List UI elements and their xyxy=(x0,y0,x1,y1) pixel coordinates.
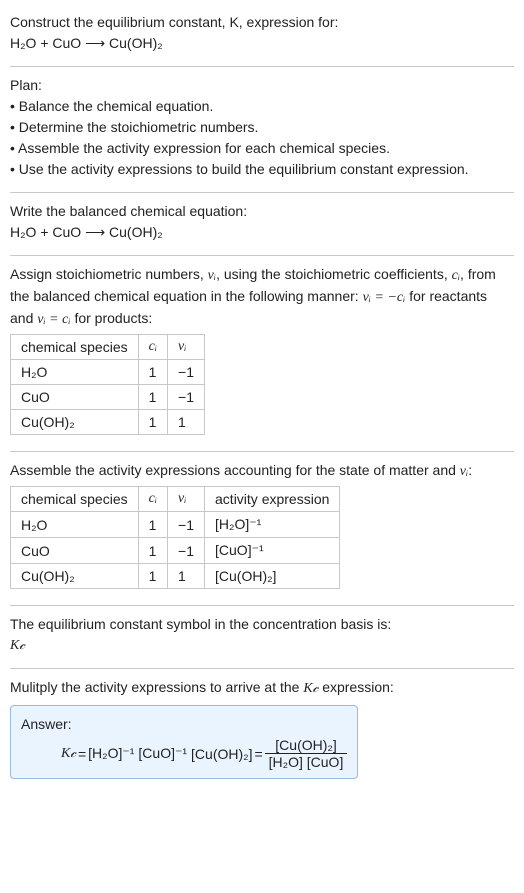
term-h2o-inv: [H₂O]⁻¹ xyxy=(88,745,134,762)
plan-item: • Use the activity expressions to build … xyxy=(10,159,514,180)
result-section: Mulitply the activity expressions to arr… xyxy=(10,673,514,787)
activity-section: Assemble the activity expressions accoun… xyxy=(10,456,514,601)
kc-expression: K𝒸 = [H₂O]⁻¹ [CuO]⁻¹ [Cu(OH)₂] = [Cu(OH)… xyxy=(21,737,347,770)
text: The equilibrium constant symbol in the c… xyxy=(10,614,514,635)
balanced-equation-section: Write the balanced chemical equation: H₂… xyxy=(10,197,514,251)
symbol-nu-i: νᵢ xyxy=(460,464,468,479)
col-ci: cᵢ xyxy=(138,487,167,512)
activity-table: chemical species cᵢ νᵢ activity expressi… xyxy=(10,486,340,589)
symbol-nu-i: νᵢ xyxy=(208,268,216,283)
divider xyxy=(10,668,514,669)
reaction-equation: H₂O + CuO ⟶ Cu(OH)₂ xyxy=(10,33,514,54)
plan-heading: Plan: xyxy=(10,75,514,96)
cell-nui: −1 xyxy=(168,512,205,538)
text: expression: xyxy=(318,679,393,695)
cell-ci: 1 xyxy=(138,385,167,410)
paragraph: Assemble the activity expressions accoun… xyxy=(10,460,514,482)
term-cuo-inv: [CuO]⁻¹ xyxy=(138,745,187,762)
prompt-line-1: Construct the equilibrium constant, K, e… xyxy=(10,12,514,33)
col-activity: activity expression xyxy=(205,487,340,512)
stoichiometric-table: chemical species cᵢ νᵢ H₂O 1 −1 CuO 1 −1… xyxy=(10,334,205,435)
plan-item: • Determine the stoichiometric numbers. xyxy=(10,117,514,138)
cell-ci: 1 xyxy=(138,512,167,538)
balanced-equation: H₂O + CuO ⟶ Cu(OH)₂ xyxy=(10,222,514,243)
cell-activity: [H₂O]⁻¹ xyxy=(205,512,340,538)
paragraph: Mulitply the activity expressions to arr… xyxy=(10,677,514,699)
text: , using the stoichiometric coefficients, xyxy=(216,266,452,282)
cell-nui: −1 xyxy=(168,385,205,410)
answer-label: Answer: xyxy=(21,714,347,735)
text: Mulitply the activity expressions to arr… xyxy=(10,679,303,695)
text: for products: xyxy=(71,310,153,326)
symbol-c-i: cᵢ xyxy=(452,268,460,283)
kc-symbol: K𝒸 xyxy=(61,746,76,762)
divider xyxy=(10,66,514,67)
kc-symbol: K𝒸 xyxy=(10,635,514,656)
cell-species: CuO xyxy=(11,538,139,564)
plan-item: • Assemble the activity expression for e… xyxy=(10,138,514,159)
kc-symbol-section: The equilibrium constant symbol in the c… xyxy=(10,610,514,664)
stoichiometric-section: Assign stoichiometric numbers, νᵢ, using… xyxy=(10,260,514,447)
table-row: Cu(OH)₂ 1 1 [Cu(OH)₂] xyxy=(11,564,340,589)
table-row: CuO 1 −1 xyxy=(11,385,205,410)
table-row: H₂O 1 −1 xyxy=(11,360,205,385)
answer-box: Answer: K𝒸 = [H₂O]⁻¹ [CuO]⁻¹ [Cu(OH)₂] =… xyxy=(10,705,358,779)
equals: = xyxy=(254,746,262,762)
text: Assemble the activity expressions accoun… xyxy=(10,462,460,478)
table-header-row: chemical species cᵢ νᵢ activity expressi… xyxy=(11,487,340,512)
cell-species: Cu(OH)₂ xyxy=(11,564,139,589)
col-nui: νᵢ xyxy=(168,335,205,360)
plan-section: Plan: • Balance the chemical equation. •… xyxy=(10,71,514,188)
relation-reactant: νᵢ = −cᵢ xyxy=(363,290,406,305)
table-row: CuO 1 −1 [CuO]⁻¹ xyxy=(11,538,340,564)
cell-nui: −1 xyxy=(168,360,205,385)
col-species: chemical species xyxy=(11,335,139,360)
table-row: H₂O 1 −1 [H₂O]⁻¹ xyxy=(11,512,340,538)
cell-nui: −1 xyxy=(168,538,205,564)
col-species: chemical species xyxy=(11,487,139,512)
fraction-numerator: [Cu(OH)₂] xyxy=(265,737,348,754)
text: Assign stoichiometric numbers, xyxy=(10,266,208,282)
heading: Write the balanced chemical equation: xyxy=(10,201,514,222)
kc-symbol: K𝒸 xyxy=(303,681,318,696)
paragraph: Assign stoichiometric numbers, νᵢ, using… xyxy=(10,264,514,330)
text: Construct the equilibrium constant, K, e… xyxy=(10,14,338,30)
fraction-denominator: [H₂O] [CuO] xyxy=(265,754,348,770)
cell-nui: 1 xyxy=(168,410,205,435)
col-ci: cᵢ xyxy=(138,335,167,360)
divider xyxy=(10,192,514,193)
divider xyxy=(10,255,514,256)
relation-product: νᵢ = cᵢ xyxy=(37,312,70,327)
table-row: Cu(OH)₂ 1 1 xyxy=(11,410,205,435)
cell-ci: 1 xyxy=(138,564,167,589)
cell-activity: [CuO]⁻¹ xyxy=(205,538,340,564)
fraction: [Cu(OH)₂] [H₂O] [CuO] xyxy=(265,737,348,770)
divider xyxy=(10,451,514,452)
text: : xyxy=(468,462,472,478)
cell-ci: 1 xyxy=(138,360,167,385)
cell-activity: [Cu(OH)₂] xyxy=(205,564,340,589)
divider xyxy=(10,605,514,606)
col-nui: νᵢ xyxy=(168,487,205,512)
cell-ci: 1 xyxy=(138,538,167,564)
cell-nui: 1 xyxy=(168,564,205,589)
cell-species: H₂O xyxy=(11,512,139,538)
term-cuoh2: [Cu(OH)₂] xyxy=(191,746,252,762)
cell-species: CuO xyxy=(11,385,139,410)
plan-item: • Balance the chemical equation. xyxy=(10,96,514,117)
equals: = xyxy=(78,746,86,762)
cell-species: H₂O xyxy=(11,360,139,385)
prompt-section: Construct the equilibrium constant, K, e… xyxy=(10,8,514,62)
cell-ci: 1 xyxy=(138,410,167,435)
table-header-row: chemical species cᵢ νᵢ xyxy=(11,335,205,360)
cell-species: Cu(OH)₂ xyxy=(11,410,139,435)
